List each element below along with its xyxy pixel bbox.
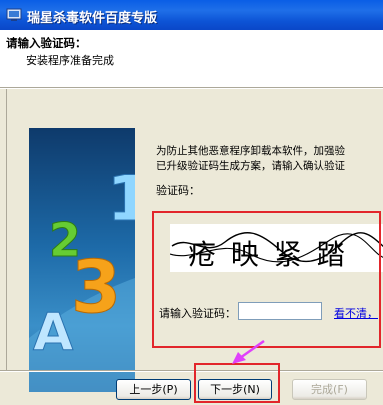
window-title: 瑞星杀毒软件百度专版 (27, 11, 158, 26)
next-button-highlight-box (194, 363, 280, 403)
banner-digit-1: 1 (107, 162, 135, 235)
captcha-highlight-box (152, 211, 381, 348)
installer-app-icon (6, 8, 22, 21)
wizard-banner-image: 1 2 3 A (29, 128, 135, 392)
header-divider (0, 87, 383, 89)
wizard-header: 请输入验证码： 安装程序准备完成 (0, 30, 383, 87)
banner-digit-3: 3 (71, 245, 121, 329)
banner-letter-a: A (33, 303, 73, 363)
description-line-1: 为防止其他恶意程序卸载本软件，加强验 (156, 145, 345, 157)
back-button[interactable]: 上一步(P) (116, 379, 191, 400)
pointer-arrow-icon (232, 339, 265, 364)
panel-edge (6, 89, 7, 371)
finish-button[interactable]: 完成(F) (292, 379, 367, 400)
header-subtitle: 安装程序准备完成 (26, 54, 114, 67)
footer-divider (0, 370, 383, 372)
verification-description: 为防止其他恶意程序卸载本软件，加强验 已升级验证码生成方案，请输入确认验证 (156, 144, 383, 174)
description-line-2: 已升级验证码生成方案，请输入确认验证 (156, 160, 345, 172)
captcha-label: 验证码： (156, 184, 200, 197)
header-title: 请输入验证码： (6, 36, 87, 50)
title-bar[interactable]: 瑞星杀毒软件百度专版 (0, 0, 383, 30)
